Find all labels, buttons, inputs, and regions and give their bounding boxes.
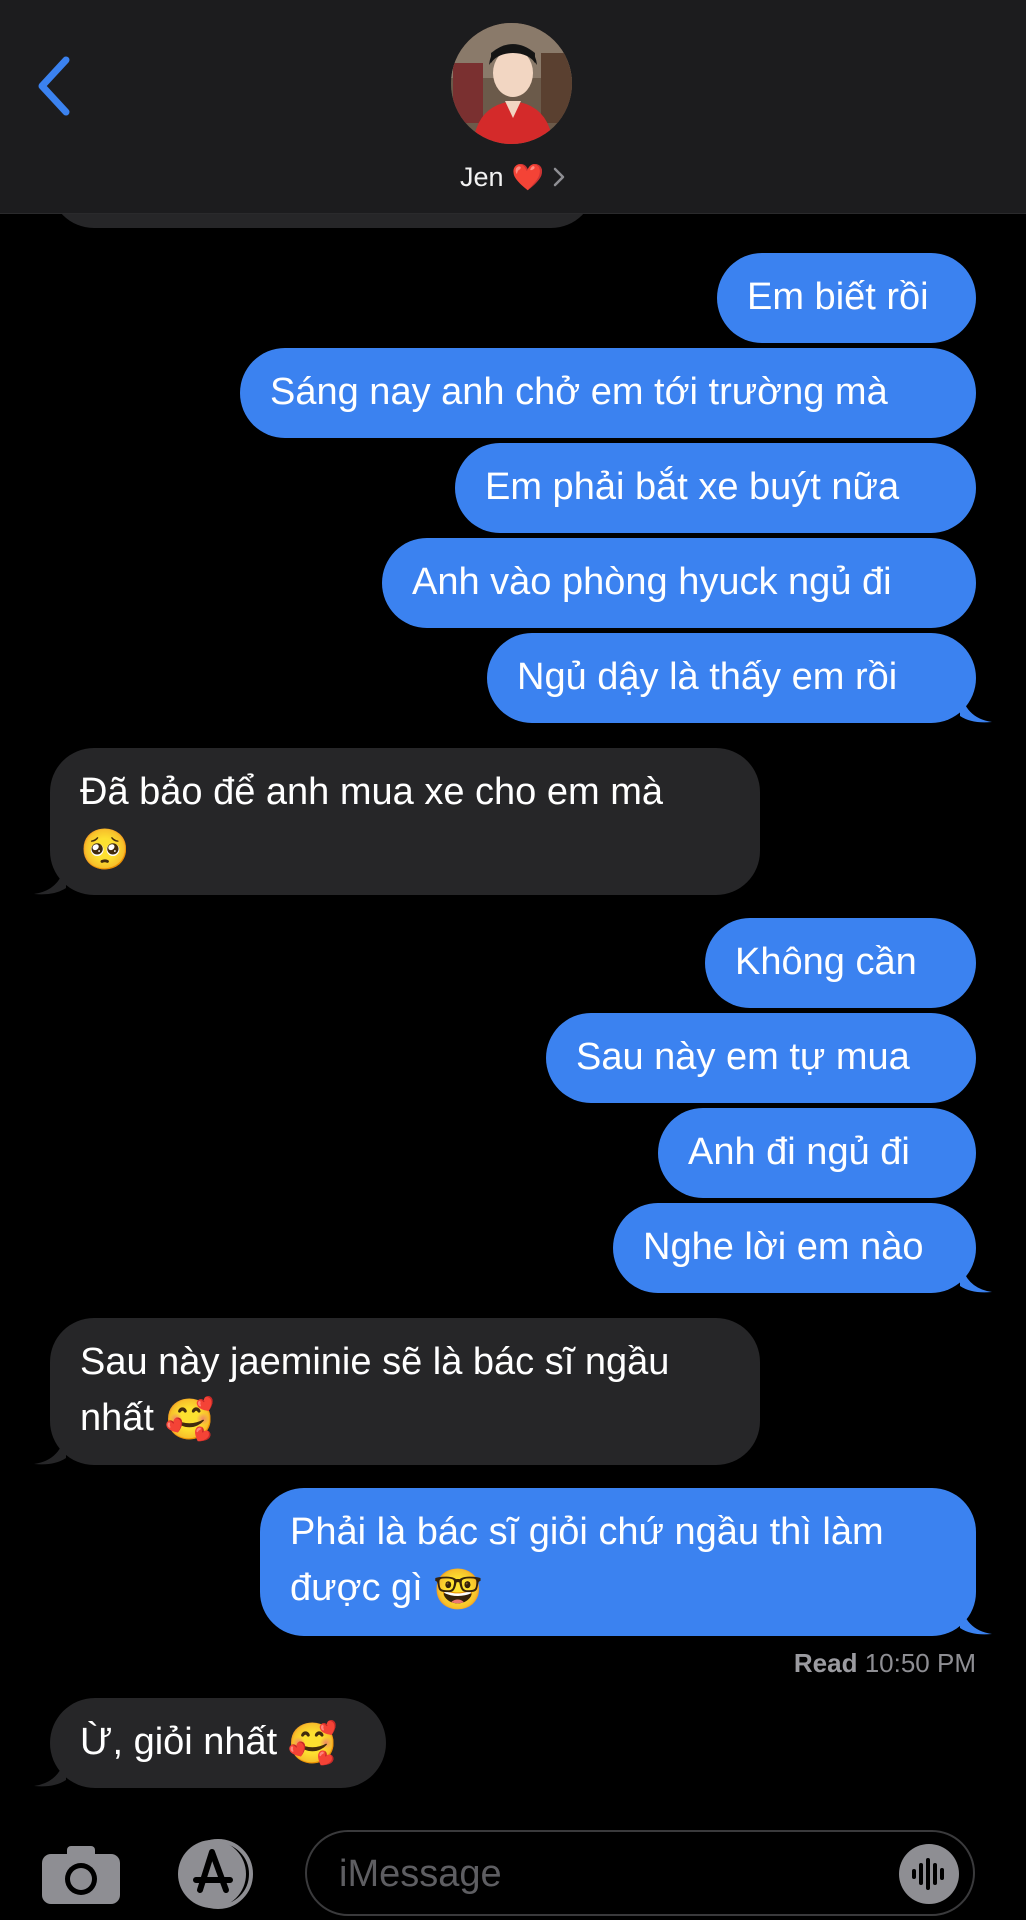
message-bubble-incoming[interactable]: Đã bảo để anh mua xe cho em mà 🥺 — [50, 748, 760, 895]
message-bubble-outgoing[interactable]: Anh đi ngủ đi — [658, 1108, 976, 1198]
compose-bar — [0, 1810, 1026, 1920]
message-bubble-outgoing[interactable]: Ngủ dậy là thấy em rồi — [487, 633, 976, 723]
message-bubble-outgoing[interactable]: Em biết rồi — [717, 253, 976, 343]
message-text: Em biết rồi — [747, 276, 929, 318]
read-time: 10:50 PM — [864, 1648, 976, 1678]
message-bubble-outgoing[interactable]: Sáng nay anh chở em tới trường mà — [240, 348, 976, 438]
message-text: Anh đi ngủ đi — [688, 1131, 910, 1173]
camera-icon — [42, 1846, 120, 1904]
read-receipt: Read 10:50 PM — [794, 1648, 976, 1679]
smiling-face-hearts-emoji: 🥰 — [164, 1397, 215, 1442]
message-bubble-outgoing[interactable]: Nghe lời em nào — [613, 1203, 976, 1293]
conversation-header: Jen ❤️ — [0, 0, 1026, 214]
contact-avatar[interactable] — [451, 23, 572, 144]
message-text: Sáng nay anh chở em tới trường mà — [270, 371, 888, 413]
waveform-icon — [912, 1858, 944, 1890]
message-text-cont: nhất — [80, 1397, 154, 1439]
smiling-face-hearts-emoji: 🥰 — [287, 1721, 338, 1766]
message-bubble-outgoing[interactable]: Anh vào phòng hyuck ngủ đi — [382, 538, 976, 628]
app-store-button[interactable] — [170, 1838, 262, 1910]
message-bubble-outgoing[interactable]: Không cần — [705, 918, 976, 1008]
back-button[interactable] — [30, 50, 86, 122]
app-store-icon — [178, 1839, 253, 1909]
message-text: Nghe lời em nào — [643, 1226, 924, 1268]
chevron-left-icon — [38, 56, 70, 116]
contact-name: Jen — [460, 161, 504, 192]
message-text: Ừ, giỏi nhất — [80, 1721, 278, 1763]
message-text: Ngủ dậy là thấy em rồi — [517, 656, 898, 698]
message-bubble-outgoing[interactable]: Em phải bắt xe buýt nữa — [455, 443, 976, 533]
message-bubble-outgoing[interactable]: Phải là bác sĩ giỏi chứ ngầu thì làm đượ… — [260, 1488, 976, 1636]
message-text: Anh vào phòng hyuck ngủ đi — [412, 561, 892, 603]
audio-message-button[interactable] — [899, 1844, 959, 1904]
message-text: Sau này em tự mua — [576, 1036, 910, 1078]
read-label: Read — [793, 1648, 858, 1678]
nerd-face-emoji: 🤓 — [433, 1567, 484, 1612]
pleading-face-emoji: 🥺 — [80, 827, 130, 872]
contact-name-row[interactable]: Jen ❤️ — [0, 155, 1026, 199]
avatar-photo — [451, 23, 572, 144]
message-text-cont: được gì — [290, 1567, 423, 1609]
message-input[interactable] — [337, 1844, 881, 1904]
message-text: Không cần — [735, 941, 917, 983]
chevron-right-icon — [553, 167, 565, 187]
bubble-tail-incoming — [34, 1430, 66, 1465]
message-input-field[interactable] — [305, 1830, 975, 1916]
bubble-tail-outgoing — [960, 1600, 992, 1635]
bubble-tail-incoming — [34, 860, 66, 895]
message-bubble-incoming[interactable]: Sau này jaeminie sẽ là bác sĩ ngầu nhất … — [50, 1318, 760, 1465]
message-text: Phải là bác sĩ giỏi chứ ngầu thì làm — [290, 1511, 884, 1553]
camera-button[interactable] — [40, 1842, 122, 1906]
heart-emoji: ❤️ — [511, 161, 544, 192]
message-text: Em phải bắt xe buýt nữa — [485, 466, 900, 508]
bubble-tail-outgoing — [960, 688, 992, 723]
message-bubble-incoming[interactable]: Ừ, giỏi nhất 🥰 — [50, 1698, 386, 1788]
message-text: Sau này jaeminie sẽ là bác sĩ ngầu — [80, 1341, 670, 1383]
message-text: Đã bảo để anh mua xe cho em mà — [80, 771, 664, 813]
bubble-tail-outgoing — [960, 1258, 992, 1293]
message-bubble-outgoing[interactable]: Sau này em tự mua — [546, 1013, 976, 1103]
bubble-tail-incoming — [34, 1752, 66, 1787]
